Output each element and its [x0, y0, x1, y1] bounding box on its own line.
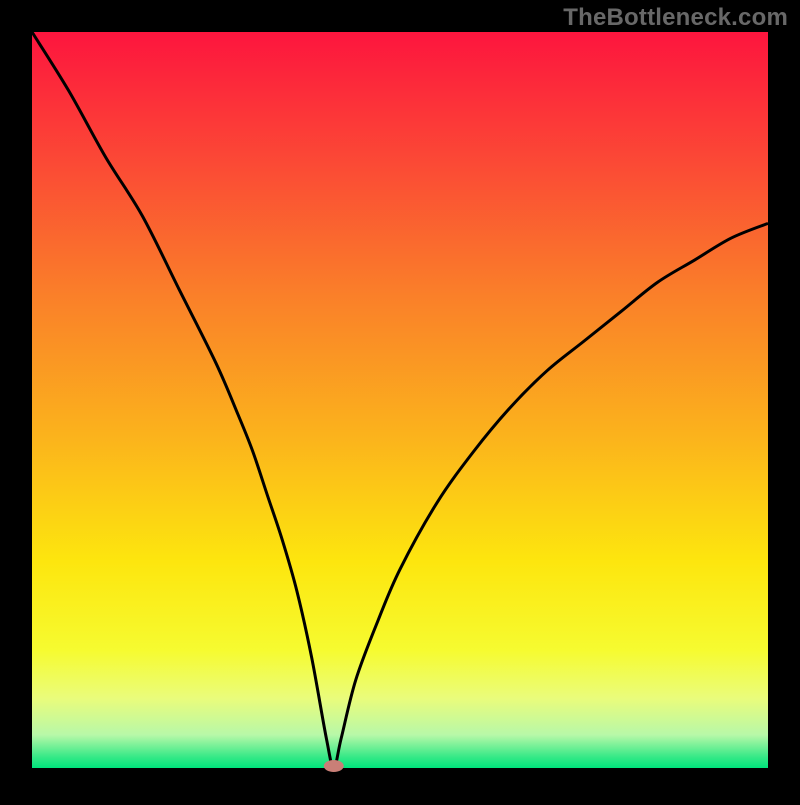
bottleneck-chart — [0, 0, 800, 800]
chart-frame: { "watermark": "TheBottleneck.com", "col… — [0, 0, 800, 800]
plot-background — [32, 32, 768, 768]
optimum-marker — [324, 760, 344, 772]
watermark-text: TheBottleneck.com — [563, 4, 788, 32]
